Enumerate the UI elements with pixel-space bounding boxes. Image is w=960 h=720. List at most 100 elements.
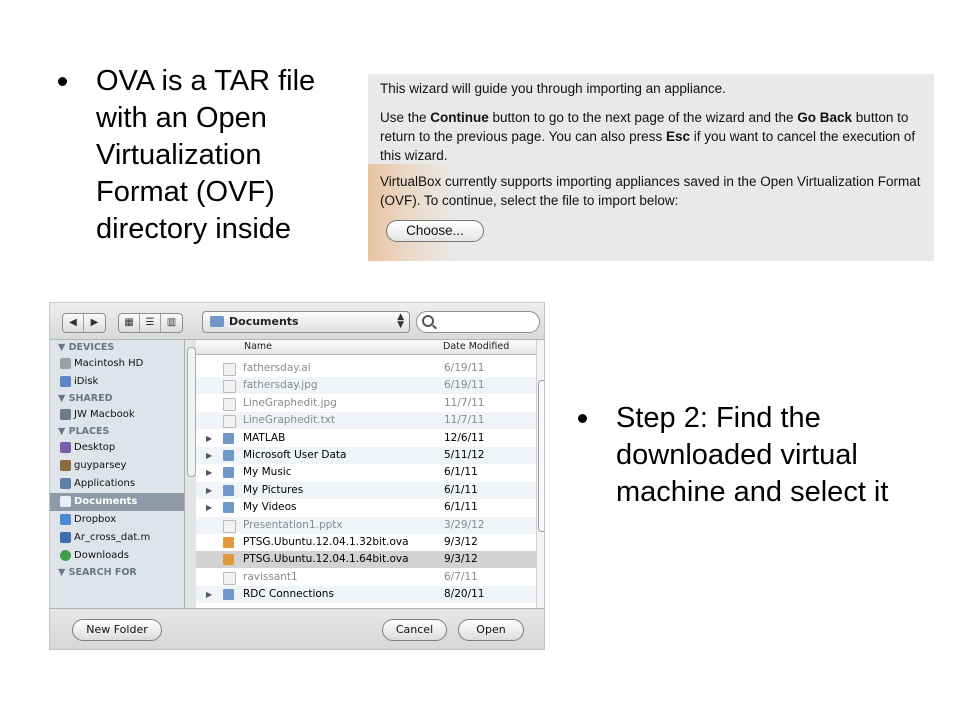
document-icon	[223, 397, 236, 411]
sidebar-shared-header[interactable]: ▼ SHARED	[50, 391, 184, 406]
file-row[interactable]: ▶ MATLAB 12/6/11	[196, 430, 536, 447]
forward-icon[interactable]: ▶	[84, 314, 105, 332]
sidebar-item-jw-macbook[interactable]: JW Macbook	[50, 406, 184, 424]
sidebar-search-header[interactable]: ▼ SEARCH FOR	[50, 565, 184, 580]
disclosure-triangle-icon[interactable]: ▶	[206, 482, 212, 499]
file-row[interactable]: Presentation1.pptx 3/29/12	[196, 516, 536, 534]
file-icon	[60, 532, 71, 543]
view-mode-segment: ▦ ☰ ▥	[118, 313, 183, 333]
list-view-icon[interactable]: ☰	[140, 314, 161, 332]
file-row[interactable]: ▶ My Pictures 6/1/11	[196, 481, 536, 499]
sidebar-places-header[interactable]: ▼ PLACES	[50, 424, 184, 439]
folder-icon	[223, 432, 234, 444]
choose-button[interactable]: Choose...	[386, 220, 484, 242]
location-popup[interactable]: Documents ▲ ▼	[202, 311, 410, 333]
dropbox-icon	[60, 514, 71, 525]
file-row[interactable]: PTSG.Ubuntu.12.04.1.64bit.ova 9/3/12	[196, 551, 536, 569]
bullet-text: OVA is a TAR file with an Open Virtualiz…	[96, 65, 316, 245]
file-list-scrollbar[interactable]	[536, 340, 544, 608]
disclosure-triangle-icon[interactable]: ▶	[206, 499, 212, 516]
folder-icon	[223, 467, 234, 479]
file-row[interactable]: ▶ My Videos 6/1/11	[196, 499, 536, 516]
bullet-dot	[578, 414, 587, 423]
file-row[interactable]: LineGraphedit.txt 11/7/11	[196, 412, 536, 430]
file-date: 6/1/11	[444, 501, 478, 514]
back-icon[interactable]: ◀	[63, 314, 84, 332]
downloads-icon	[60, 550, 71, 561]
file-row[interactable]: LineGraphedit.jpg 11/7/11	[196, 395, 536, 412]
sidebar-item-idisk[interactable]: iDisk	[50, 373, 184, 391]
sidebar-item-dropbox[interactable]: Dropbox	[50, 511, 184, 529]
idisk-icon	[60, 376, 71, 387]
home-icon	[60, 460, 71, 471]
disclosure-triangle-icon[interactable]: ▶	[206, 447, 212, 464]
file-date: 9/3/12	[444, 536, 478, 548]
folder-icon	[223, 589, 234, 601]
file-name: Presentation1.pptx	[243, 518, 343, 531]
sidebar-item-applications[interactable]: Applications	[50, 475, 184, 493]
column-view-icon[interactable]: ▥	[161, 314, 182, 332]
folder-icon	[210, 316, 224, 327]
disclosure-triangle-icon[interactable]: ▶	[206, 464, 212, 481]
file-date: 11/7/11	[444, 396, 485, 409]
icon-view-icon[interactable]: ▦	[119, 314, 140, 332]
file-row[interactable]: ravissant1 6/7/11	[196, 569, 536, 586]
file-name: fathersday.jpg	[243, 379, 318, 392]
sidebar-scrollbar[interactable]	[187, 347, 196, 477]
desktop-icon	[60, 442, 71, 453]
cancel-button[interactable]: Cancel	[382, 619, 447, 641]
dialog-toolbar: ◀ ▶ ▦ ☰ ▥ Documents ▲ ▼	[50, 303, 544, 340]
file-row[interactable]: ▶ My Music 6/1/11	[196, 464, 536, 481]
file-row[interactable]: ▶ Microsoft User Data 5/11/12	[196, 447, 536, 464]
file-date: 6/7/11	[444, 570, 478, 583]
scroll-thumb[interactable]	[538, 380, 544, 532]
file-row[interactable]: fathersday.ai 6/19/11	[196, 360, 536, 377]
search-field[interactable]	[416, 311, 540, 333]
package-icon	[223, 537, 234, 548]
file-row[interactable]: fathersday.jpg 6/19/11	[196, 377, 536, 395]
file-list: Name Date Modified fathersday.ai 6/19/11 f…	[196, 340, 544, 608]
sidebar-item-desktop[interactable]: Desktop	[50, 439, 184, 457]
file-date: 6/19/11	[444, 379, 485, 392]
file-name: My Pictures	[243, 483, 304, 496]
documents-icon	[60, 496, 71, 507]
document-icon	[223, 363, 236, 376]
folder-icon	[223, 450, 234, 461]
file-row[interactable]: ▶ RDC Connections 8/20/11	[196, 586, 536, 604]
file-row[interactable]: PTSG.Ubuntu.12.04.1.32bit.ova 9/3/12	[196, 534, 536, 551]
sidebar-item-macintosh-hd[interactable]: Macintosh HD	[50, 355, 184, 373]
file-name: LineGraphedit.txt	[243, 414, 336, 427]
file-date: 11/7/11	[444, 414, 485, 427]
disclosure-triangle-icon[interactable]: ▶	[206, 586, 212, 603]
sidebar-devices-header[interactable]: ▼ DEVICES	[50, 340, 184, 355]
file-name: MATLAB	[243, 431, 286, 444]
sidebar-item-documents[interactable]: Documents	[50, 493, 184, 511]
document-icon	[223, 415, 236, 429]
sidebar-item-guyparsey[interactable]: guyparsey	[50, 457, 184, 475]
file-name: RDC Connections	[243, 588, 334, 601]
disclosure-triangle-icon[interactable]: ▶	[206, 430, 212, 447]
file-list-header: Name Date Modified	[196, 340, 536, 355]
sidebar-item-downloads[interactable]: Downloads	[50, 547, 184, 565]
wizard-instructions-text: Use the Continue button to go to the nex…	[380, 110, 916, 163]
bullet-text: Step 2: Find the downloaded virtual mach…	[616, 402, 889, 508]
dialog-button-bar: New Folder Cancel Open	[50, 608, 544, 649]
name-column-header[interactable]: Name	[244, 341, 272, 352]
folder-icon	[223, 484, 234, 496]
dialog-sidebar: ▼ DEVICES Macintosh HD iDisk ▼ SHARED JW…	[50, 340, 185, 608]
sidebar-item-ar-cross-dat[interactable]: Ar_cross_dat.m	[50, 529, 184, 547]
file-date: 6/19/11	[444, 362, 485, 374]
computer-icon	[60, 409, 71, 420]
date-column-header[interactable]: Date Modified	[443, 341, 509, 352]
file-date: 9/3/12	[444, 553, 478, 566]
new-folder-button[interactable]: New Folder	[72, 619, 162, 641]
file-date: 6/1/11	[444, 483, 478, 496]
file-date: 6/1/11	[444, 466, 478, 479]
wizard-intro-text: This wizard will guide you through impor…	[380, 81, 726, 96]
open-button[interactable]: Open	[458, 619, 524, 641]
hard-drive-icon	[60, 358, 71, 369]
folder-icon	[223, 502, 234, 514]
document-icon	[223, 571, 236, 585]
file-date: 12/6/11	[444, 431, 485, 444]
location-label: Documents	[229, 315, 299, 328]
